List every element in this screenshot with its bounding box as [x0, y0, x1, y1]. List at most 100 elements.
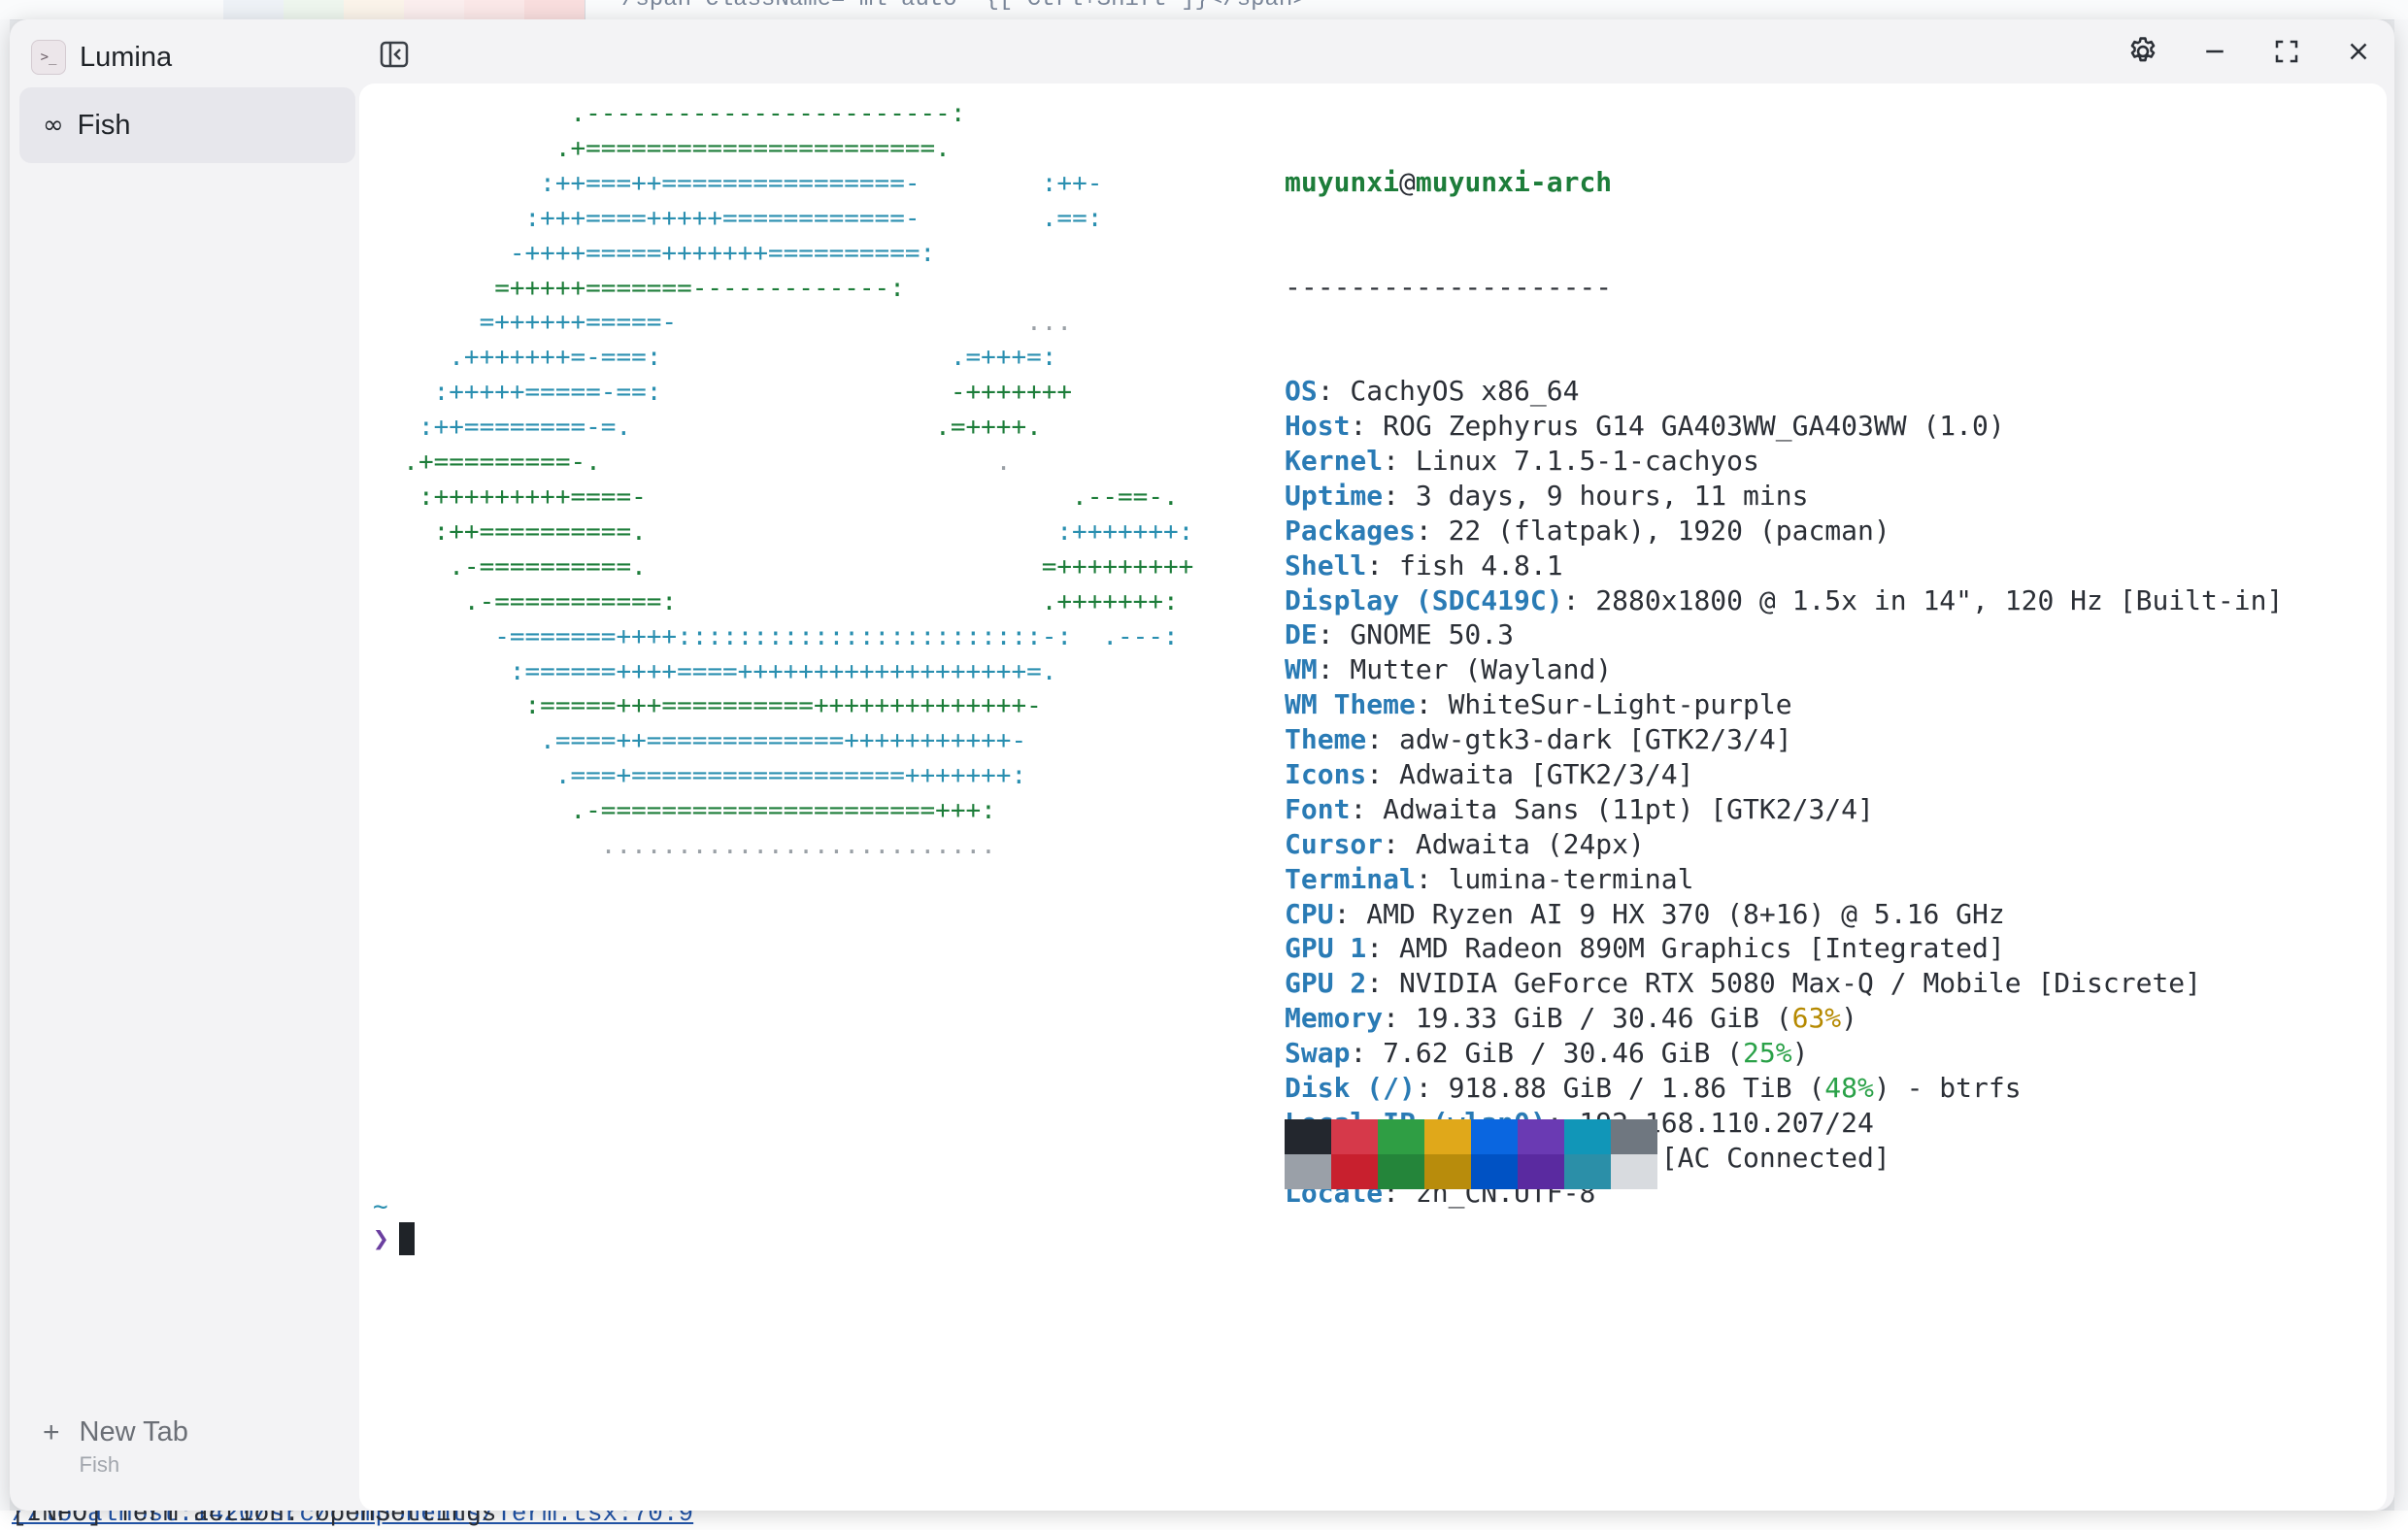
palette-swatch [1611, 1154, 1657, 1189]
color-palette [1285, 1119, 1657, 1189]
info-row: Theme: adw-gtk3-dark [GTK2/3/4] [1285, 722, 2283, 757]
settings-button[interactable] [2121, 29, 2165, 74]
info-value-tail: ) [1791, 1037, 1809, 1070]
palette-swatch [1331, 1119, 1378, 1154]
ascii-art-line: :++========-=. .=++++. [373, 411, 1193, 446]
info-value: : Adwaita (24px) [1383, 827, 1645, 860]
ascii-art-segment: . [600, 448, 1012, 478]
hostname: muyunxi-arch [1415, 165, 1613, 198]
ascii-art-segment: .+=========-. [373, 448, 601, 478]
background-tab [344, 0, 405, 19]
info-value: : Linux 7.1.5-1-cachyos [1383, 445, 1759, 477]
app-title: >_ Lumina [31, 33, 172, 82]
ascii-art-segment: .====++=============+++++++++++- [373, 726, 1027, 756]
info-row: GPU 2: NVIDIA GeForce RTX 5080 Max-Q / M… [1285, 966, 2283, 1001]
info-row: Cursor: Adwaita (24px) [1285, 827, 2283, 862]
palette-swatch [1424, 1119, 1471, 1154]
ascii-art-line: :++===++================- :++- [373, 167, 1193, 202]
background-tab [223, 0, 284, 19]
terminal-pane[interactable]: .------------------------: .+===========… [359, 83, 2387, 1511]
ascii-art-segment: :=====+++==========++++++++++++++- [373, 691, 1042, 721]
background-tab [464, 0, 525, 19]
ascii-art-segment: -=======++++::::::::::::::::::::::::-: [373, 621, 1073, 651]
system-info-panel: muyunxi@muyunxi-arch -------------------… [1285, 95, 2283, 1280]
infinity-icon: ∞ [43, 111, 64, 140]
info-row: Uptime: 3 days, 9 hours, 11 mins [1285, 479, 2283, 514]
ascii-art-segment: .---: [1072, 621, 1179, 651]
ascii-art-segment: .==: [920, 203, 1103, 233]
info-value: : CachyOS x86_64 [1317, 375, 1580, 408]
ascii-art-line: :=====+++==========++++++++++++++- [373, 689, 1193, 724]
palette-swatch [1564, 1119, 1611, 1154]
info-value: : Adwaita [GTK2/3/4] [1366, 758, 1694, 791]
ascii-art-segment: ... [677, 308, 1073, 338]
info-value: : GNOME 50.3 [1317, 618, 1515, 651]
ascii-art-segment: .--==-. [646, 482, 1179, 512]
info-value: : WhiteSur-Light-purple [1415, 688, 1792, 721]
info-key: Font [1285, 792, 1351, 825]
ascii-art-line: =+++++=======-------------: [373, 272, 1193, 307]
info-value: : adw-gtk3-dark [GTK2/3/4] [1366, 723, 1792, 756]
ascii-art-line: .------------------------: [373, 97, 1193, 132]
sidebar-tab-fish[interactable]: ∞ Fish [19, 87, 355, 163]
username: muyunxi [1285, 165, 1400, 198]
background-tab [284, 0, 345, 19]
info-key: Shell [1285, 549, 1367, 582]
ascii-art-line: .+++++++=-===: .=+++=: [373, 341, 1193, 376]
background-code-line: /span className="ml-auto" {["Ctrl+Shift"… [621, 0, 1307, 13]
background-right-edge [2394, 19, 2408, 1511]
new-tab-button[interactable]: + New Tab Fish [43, 1414, 188, 1480]
info-value: : NVIDIA GeForce RTX 5080 Max-Q / Mobile… [1366, 967, 2202, 1000]
ascii-art-line: .-===========: .+++++++: [373, 585, 1193, 620]
info-value: : fish 4.8.1 [1366, 549, 1563, 582]
ascii-art-segment: .+++++++: [677, 586, 1179, 616]
ascii-art-line: :+++++=====-==: -+++++++ [373, 376, 1193, 411]
info-key: GPU 2 [1285, 967, 1367, 1000]
plus-icon: + [43, 1416, 60, 1448]
ascii-art-segment: :+++++++: [646, 516, 1194, 547]
info-value: : 7.62 GiB / 30.46 GiB ( [1350, 1037, 1744, 1070]
maximize-button[interactable] [2264, 29, 2309, 74]
info-row: Shell: fish 4.8.1 [1285, 549, 2283, 583]
ascii-art-segment: :++==========. [373, 516, 647, 547]
new-tab-label: New Tab [79, 1416, 188, 1447]
info-value: : 19.33 GiB / 30.46 GiB ( [1383, 1002, 1792, 1035]
info-key: WM Theme [1285, 688, 1416, 721]
ascii-art-segment: .......................... [373, 831, 996, 861]
info-value-tail: ) - btrfs [1873, 1072, 2022, 1105]
close-button[interactable] [2336, 29, 2381, 74]
info-value-tail: ) [1841, 1002, 1858, 1035]
ascii-art-line: :======++++====+++++++++++++++++++=. [373, 655, 1193, 690]
sidebar-toggle-button[interactable] [373, 33, 416, 76]
info-key: Display (SDC419C) [1285, 583, 1563, 616]
info-separator: -------------------- [1285, 270, 1613, 303]
info-value: : lumina-terminal [1415, 862, 1694, 895]
tab-label: Fish [77, 109, 131, 141]
info-row: Disk (/): 918.88 GiB / 1.86 TiB (48%) - … [1285, 1071, 2283, 1106]
info-key: Terminal [1285, 862, 1416, 895]
info-key: Theme [1285, 723, 1367, 756]
sidebar-toggle-icon [380, 41, 409, 68]
ascii-art-segment: .-==========. [373, 551, 647, 582]
gear-icon [2130, 37, 2156, 62]
info-key: Memory [1285, 1002, 1384, 1035]
palette-swatch [1285, 1154, 1331, 1189]
minimize-button[interactable] [2192, 29, 2237, 74]
ascii-art-segment: -++++=====+++++++==========: [373, 238, 936, 268]
ascii-art-segment: :+++++++++====- [373, 482, 647, 512]
palette-swatch [1471, 1119, 1518, 1154]
background-tab [524, 0, 585, 19]
prompt-line[interactable]: ❯ [373, 1221, 415, 1256]
ascii-art-segment: =+++++=======-------------: [373, 273, 905, 303]
ascii-art-line: .===+==================+++++++: [373, 759, 1193, 794]
info-key: Packages [1285, 514, 1416, 547]
palette-swatch [1564, 1154, 1611, 1189]
info-key: CPU [1285, 897, 1334, 930]
ascii-art-segment: .=+++=: [661, 343, 1057, 373]
ascii-art-segment: .+++++++=-===: [373, 343, 662, 373]
ascii-art-line: .-==========. =+++++++++ [373, 550, 1193, 585]
info-value: : 918.88 GiB / 1.86 TiB ( [1415, 1072, 1825, 1105]
info-value: : AMD Radeon 890M Graphics [Integrated] [1366, 932, 2005, 965]
info-row: GPU 1: AMD Radeon 890M Graphics [Integra… [1285, 931, 2283, 966]
ascii-art-line: .-======================+++: [373, 794, 1193, 829]
